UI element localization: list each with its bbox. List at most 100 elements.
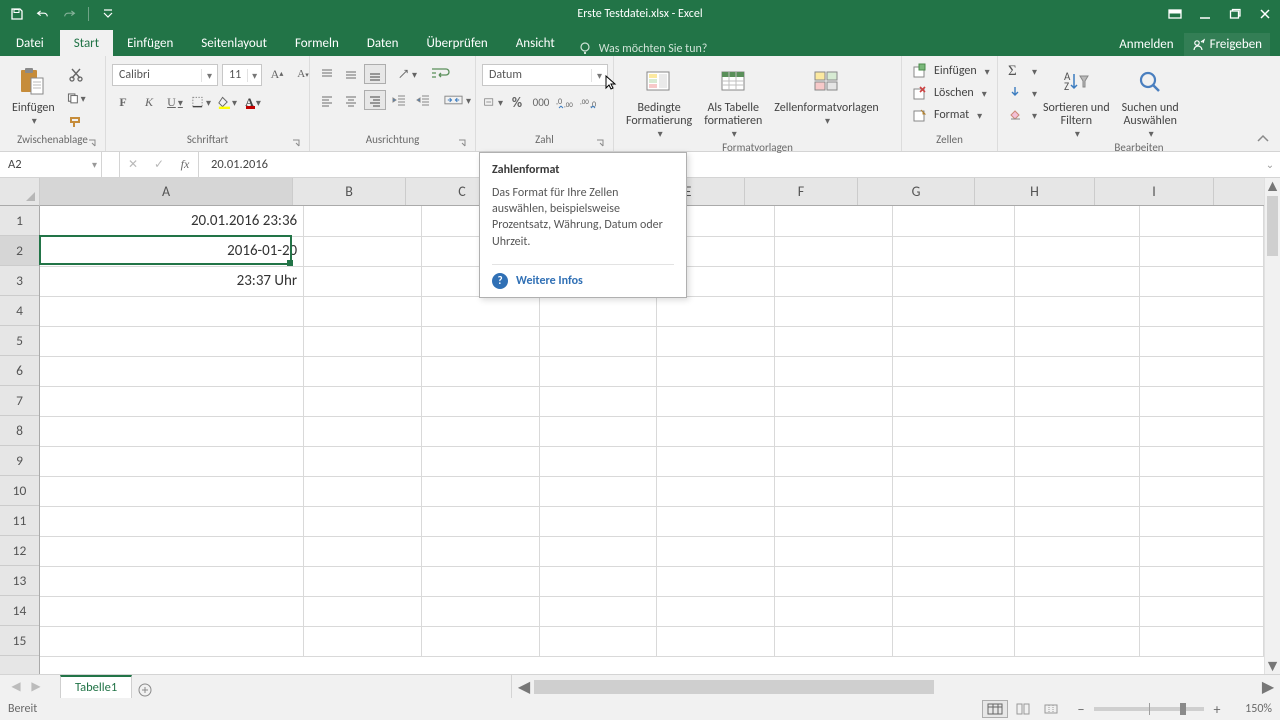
sheet-nav-prev[interactable]: ◀ [6,679,26,694]
cell[interactable] [1139,266,1263,296]
decrease-indent-button[interactable] [388,90,410,110]
cell[interactable] [892,356,1014,386]
row-header[interactable]: 3 [0,266,39,296]
cell[interactable] [1139,416,1263,446]
sort-filter-button[interactable]: AZ Sortieren und Filtern▾ [1037,60,1116,141]
cell[interactable] [421,596,539,626]
customize-qat-icon[interactable] [101,7,115,21]
cell[interactable] [40,386,304,416]
cell[interactable] [1014,206,1139,236]
alignment-dialog-launcher[interactable] [457,138,469,150]
cell[interactable] [1139,566,1263,596]
cell[interactable] [1014,626,1139,656]
zoom-slider-knob[interactable] [1180,703,1186,715]
row-header[interactable]: 12 [0,536,39,566]
cell[interactable] [657,536,775,566]
row-header[interactable]: 4 [0,296,39,326]
row-header[interactable]: 10 [0,476,39,506]
cell[interactable] [775,416,893,446]
share-button[interactable]: Freigeben [1184,33,1270,56]
orientation-button[interactable]: ▾ [396,64,418,84]
cell[interactable] [775,236,893,266]
cell[interactable] [421,506,539,536]
sheet-tab-active[interactable]: Tabelle1 [60,675,132,698]
cell[interactable] [304,266,422,296]
tab-datei[interactable]: Datei [0,30,60,56]
undo-icon[interactable] [36,7,50,21]
cell[interactable] [1139,536,1263,566]
chevron-down-icon[interactable]: ▾ [92,158,97,171]
chevron-down-icon[interactable]: ▾ [247,69,261,82]
cell[interactable] [304,506,422,536]
column-header[interactable]: F [745,178,858,205]
font-color-button[interactable]: A▾ [242,92,264,112]
cell[interactable] [892,206,1014,236]
autosum-button[interactable]: Σ▾ [1008,62,1037,80]
cell[interactable] [421,356,539,386]
cell[interactable] [892,446,1014,476]
cell[interactable] [657,476,775,506]
format-painter-button[interactable] [65,112,87,132]
row-header[interactable]: 11 [0,506,39,536]
tab-daten[interactable]: Daten [353,30,413,56]
cell[interactable] [892,626,1014,656]
align-center-button[interactable] [340,90,362,110]
cell[interactable] [775,566,893,596]
row-header[interactable]: 13 [0,566,39,596]
insert-cells-button[interactable]: Einfügen▾ [912,62,990,80]
clear-button[interactable]: ▾ [1008,106,1037,124]
zoom-slider[interactable] [1094,707,1204,711]
cell[interactable] [421,476,539,506]
chevron-down-icon[interactable]: ▾ [201,69,217,82]
cell[interactable] [304,206,422,236]
cell[interactable] [892,326,1014,356]
cell[interactable] [539,476,657,506]
collapse-ribbon-icon[interactable] [1256,133,1274,147]
view-page-break-button[interactable] [1038,700,1064,718]
horizontal-scrollbar[interactable]: ◀ ▶ [512,675,1280,698]
view-normal-button[interactable] [982,700,1008,718]
cell[interactable] [1014,386,1139,416]
cell[interactable] [657,386,775,416]
tab-formeln[interactable]: Formeln [281,30,353,56]
cell[interactable] [775,596,893,626]
cell[interactable] [657,296,775,326]
cell[interactable] [657,506,775,536]
cell[interactable]: 20.01.2016 23:36 [40,206,304,236]
column-header[interactable]: I [1095,178,1214,205]
cell[interactable] [1139,386,1263,416]
cell[interactable] [892,506,1014,536]
row-header[interactable]: 7 [0,386,39,416]
zoom-out-button[interactable]: − [1074,701,1088,718]
row-header[interactable]: 8 [0,416,39,446]
cell[interactable]: 2016-01-20 [40,236,304,266]
enter-formula-button[interactable]: ✓ [146,152,172,178]
accounting-format-button[interactable]: ▾ [482,92,504,112]
cell[interactable] [1139,356,1263,386]
cell[interactable] [657,626,775,656]
cell[interactable] [539,506,657,536]
tab-ansicht[interactable]: Ansicht [502,30,569,56]
paste-dropdown-icon[interactable]: ▾ [32,115,37,126]
font-size-combo[interactable]: 11▾ [222,64,262,86]
comma-format-button[interactable]: 000 [530,92,552,112]
cell[interactable] [892,536,1014,566]
cell[interactable] [1014,536,1139,566]
column-header[interactable]: A [40,178,293,205]
font-name-combo[interactable]: Calibri▾ [112,64,218,86]
copy-button[interactable]: ▾ [65,88,87,108]
row-header[interactable]: 9 [0,446,39,476]
cell[interactable] [421,296,539,326]
cell[interactable] [304,416,422,446]
cell[interactable] [775,206,893,236]
paste-button[interactable]: Einfügen ▾ [6,60,61,128]
cell[interactable] [421,416,539,446]
merge-center-button[interactable]: ▾ [442,90,472,110]
borders-button[interactable]: ▾ [190,92,212,112]
cell[interactable] [1139,296,1263,326]
cell[interactable] [304,536,422,566]
cell[interactable] [304,626,422,656]
cell[interactable] [539,596,657,626]
row-header[interactable]: 5 [0,326,39,356]
number-dialog-launcher[interactable] [595,138,607,150]
